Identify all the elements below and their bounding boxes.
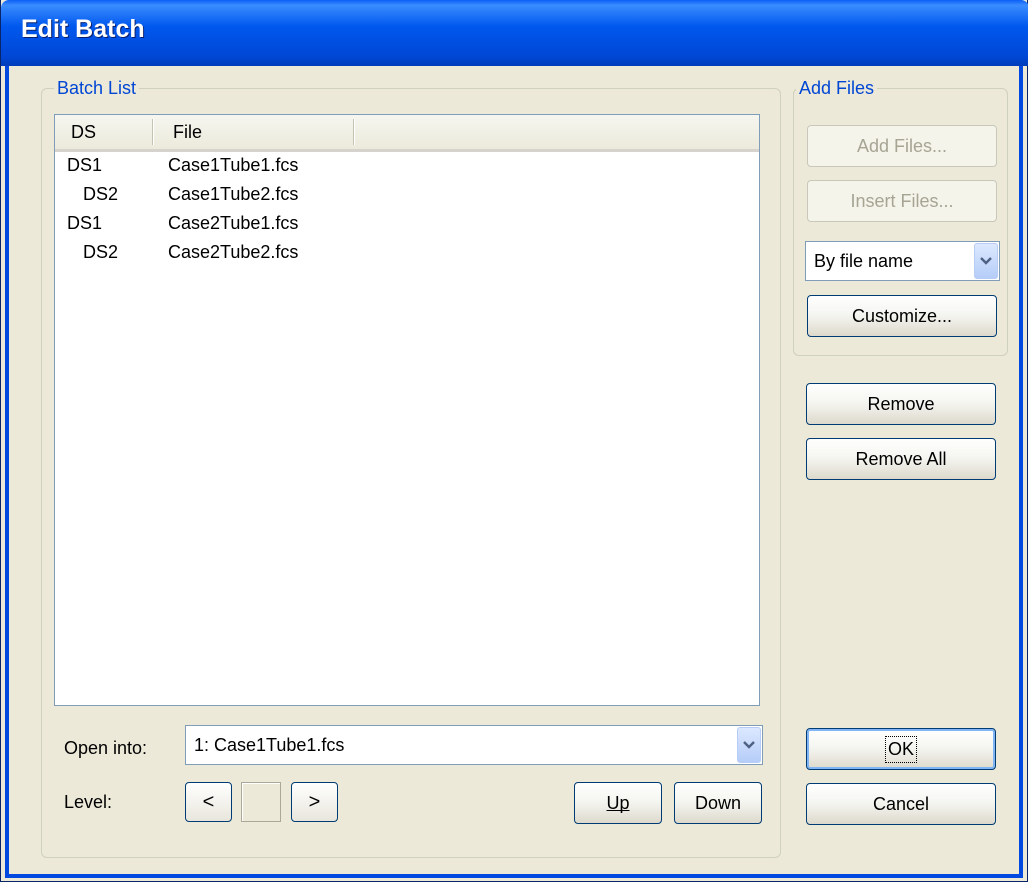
cancel-button[interactable]: Cancel <box>806 783 996 825</box>
up-button[interactable]: Up <box>574 782 662 824</box>
sort-order-value: By file name <box>814 251 914 271</box>
level-decrease-button[interactable]: < <box>185 782 232 822</box>
ds-cell: DS2 <box>83 242 119 262</box>
column-header-file[interactable]: File <box>173 115 202 149</box>
down-button[interactable]: Down <box>674 782 762 824</box>
list-item[interactable]: DS2 Case1Tube2.fcs <box>55 184 759 213</box>
remove-all-button-label: Remove All <box>855 448 947 469</box>
add-files-group: Add Files Add Files... Insert Files... B… <box>793 78 1008 356</box>
ok-button-label: OK <box>884 735 918 763</box>
down-button-label: Down <box>694 792 742 813</box>
insert-files-button-label: Insert Files... <box>850 190 954 211</box>
batch-list-group: Batch List DS File DS1 Case1Tube1.fcs DS2 C… <box>41 78 781 858</box>
window-title: Edit Batch <box>21 15 145 43</box>
open-into-select[interactable]: 1: Case1Tube1.fcs <box>185 725 763 765</box>
batch-list-legend: Batch List <box>54 78 140 98</box>
ok-button[interactable]: OK <box>806 728 996 770</box>
level-value-box <box>241 782 281 822</box>
column-separator[interactable] <box>353 119 355 145</box>
list-item[interactable]: DS2 Case2Tube2.fcs <box>55 242 759 271</box>
dialog-client-area: Batch List DS File DS1 Case1Tube1.fcs DS2 C… <box>5 66 1023 878</box>
chevron-down-icon[interactable] <box>974 243 998 279</box>
column-header-ds[interactable]: DS <box>71 115 96 149</box>
sort-order-select[interactable]: By file name <box>805 241 1000 281</box>
add-files-legend: Add Files <box>796 78 878 98</box>
remove-button-label: Remove <box>867 393 935 414</box>
ds-cell: DS1 <box>67 213 103 233</box>
chevron-down-icon[interactable] <box>737 727 761 763</box>
batch-list-view[interactable]: DS File DS1 Case1Tube1.fcs DS2 Case1Tube2.f… <box>54 114 760 706</box>
file-cell: Case2Tube2.fcs <box>168 242 299 262</box>
customize-button-label: Customize... <box>851 305 953 326</box>
remove-button[interactable]: Remove <box>806 383 996 425</box>
ds-cell: DS1 <box>67 155 103 175</box>
title-bar[interactable]: Edit Batch <box>1 0 1028 66</box>
file-cell: Case1Tube1.fcs <box>168 155 299 175</box>
list-item[interactable]: DS1 Case2Tube1.fcs <box>55 213 759 242</box>
open-into-value: 1: Case1Tube1.fcs <box>194 735 345 755</box>
up-button-label: Up <box>606 792 630 813</box>
list-item[interactable]: DS1 Case1Tube1.fcs <box>55 155 759 184</box>
file-cell: Case1Tube2.fcs <box>168 184 299 204</box>
file-cell: Case2Tube1.fcs <box>168 213 299 233</box>
open-into-label: Open into: <box>64 738 148 758</box>
cancel-button-label: Cancel <box>872 793 930 814</box>
level-label: Level: <box>64 792 113 812</box>
level-increase-button[interactable]: > <box>291 782 338 822</box>
add-files-button[interactable]: Add Files... <box>807 125 997 167</box>
column-separator[interactable] <box>152 119 154 145</box>
ds-cell: DS2 <box>83 184 119 204</box>
edit-batch-dialog: Edit Batch Batch List DS File DS1 Case1Tu… <box>0 0 1028 882</box>
remove-all-button[interactable]: Remove All <box>806 438 996 480</box>
insert-files-button[interactable]: Insert Files... <box>807 180 997 222</box>
add-files-button-label: Add Files... <box>856 135 948 156</box>
customize-button[interactable]: Customize... <box>807 295 997 337</box>
list-header: DS File <box>55 115 759 152</box>
